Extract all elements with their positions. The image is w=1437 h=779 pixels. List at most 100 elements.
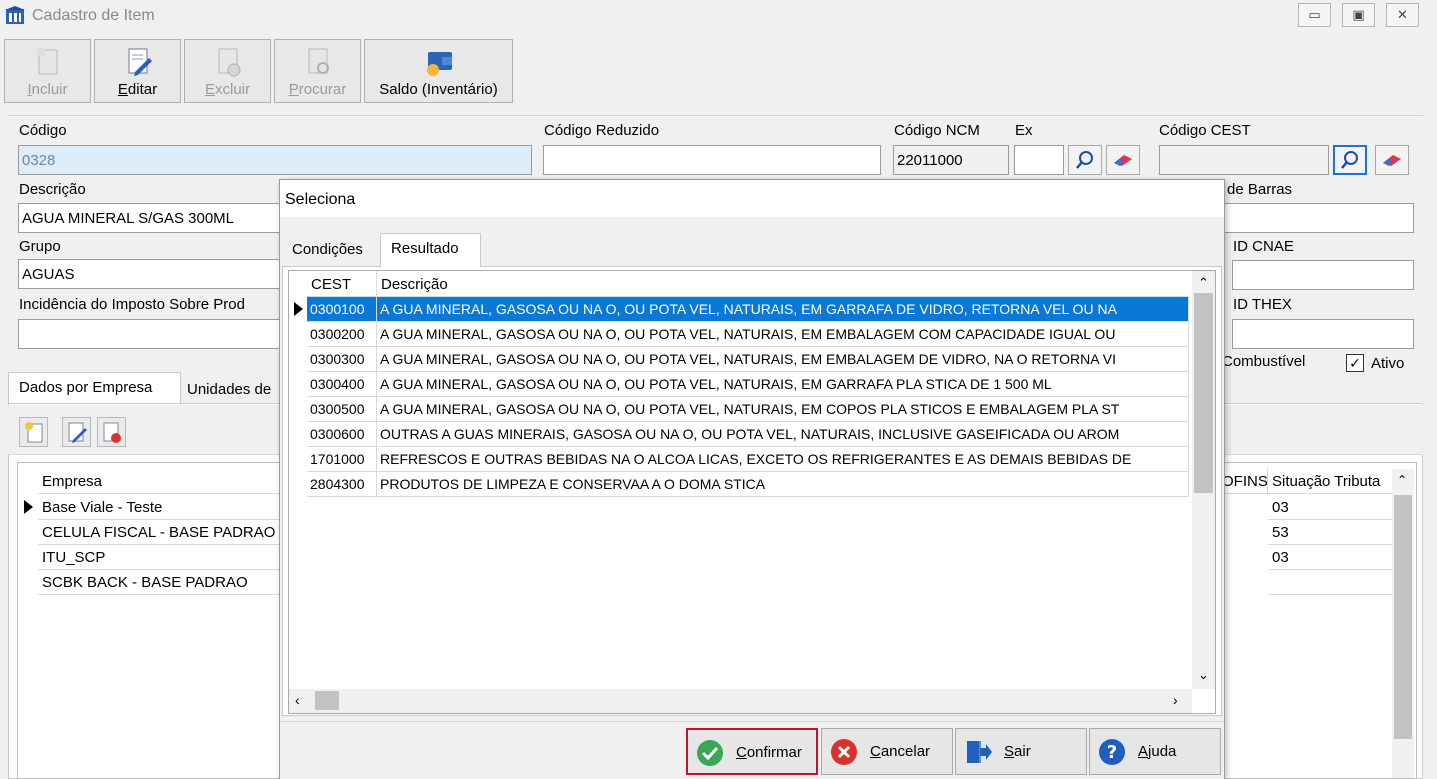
edit-empresa-button[interactable] xyxy=(62,417,91,447)
id-thex-field[interactable] xyxy=(1232,319,1414,349)
scrollbar-thumb[interactable] xyxy=(1194,293,1213,493)
cest-header: CEST xyxy=(307,271,377,297)
ativo-label: Ativo xyxy=(1371,355,1405,372)
chevron-up-icon[interactable]: ⌃ xyxy=(1397,473,1407,487)
search-document-icon xyxy=(308,48,329,74)
cest-cell: 0300500 xyxy=(307,397,377,422)
edit-document-icon xyxy=(68,422,87,443)
descricao-cell: A GUA MINERAL, GASOSA OU NA O, OU POTA V… xyxy=(377,372,1189,397)
incidencia-field[interactable] xyxy=(18,319,283,349)
svg-text:?: ? xyxy=(1107,742,1117,763)
descricao-cell: OUTRAS A GUAS MINERAIS, GASOSA OU NA O, … xyxy=(377,422,1189,447)
ex-field[interactable] xyxy=(1014,145,1064,175)
empresa-cell: ITU_SCP xyxy=(38,545,288,570)
table-row[interactable]: 1701000 REFRESCOS E OUTRAS BEBIDAS NA O … xyxy=(289,447,1189,472)
scrollbar-thumb[interactable] xyxy=(315,691,339,710)
delete-empresa-button[interactable] xyxy=(97,417,126,447)
chevron-left-icon[interactable]: ‹ xyxy=(295,692,300,708)
tab-resultado[interactable]: Resultado xyxy=(380,233,481,267)
codigo-barras-label: de Barras xyxy=(1227,181,1293,198)
excluir-button[interactable]: Excluir xyxy=(184,39,271,103)
search-icon xyxy=(1341,151,1358,169)
ncm-search-button[interactable] xyxy=(1068,145,1102,175)
edit-document-icon xyxy=(128,48,152,76)
situacao-cell: 53 xyxy=(1268,520,1393,545)
result-vertical-scrollbar[interactable]: ⌃ ⌄ xyxy=(1192,271,1215,689)
descricao-cell: PRODUTOS DE LIMPEZA E CONSERVAA A O DOMA… xyxy=(377,472,1189,497)
tab-condicoes[interactable]: Condições xyxy=(286,237,369,262)
table-row[interactable]: 0300400 A GUA MINERAL, GASOSA OU NA O, O… xyxy=(289,372,1189,397)
descricao-cell: A GUA MINERAL, GASOSA OU NA O, OU POTA V… xyxy=(377,397,1189,422)
codigo-reduzido-field[interactable] xyxy=(543,145,881,175)
codigo-barras-field[interactable] xyxy=(1224,203,1414,233)
empresa-scrollbar[interactable]: ⌃ xyxy=(1392,469,1414,778)
maximize-icon: ▣ xyxy=(1352,7,1365,22)
cest-cell: 0300100 xyxy=(307,297,377,322)
new-document-icon xyxy=(25,422,43,443)
result-grid-header: CEST Descrição xyxy=(289,271,1189,297)
minimize-button[interactable]: ▭ xyxy=(1298,3,1331,27)
cest-search-button[interactable] xyxy=(1333,145,1367,175)
descricao-label: Descrição xyxy=(19,181,86,198)
incluir-button[interactable]: Incluir xyxy=(4,39,91,103)
table-row[interactable]: 0300100 A GUA MINERAL, GASOSA OU NA O, O… xyxy=(289,297,1189,322)
procurar-button[interactable]: Procurar xyxy=(274,39,361,103)
empresa-cell: CELULA FISCAL - BASE PADRAO xyxy=(38,520,288,545)
sair-button[interactable]: Sair xyxy=(955,728,1087,775)
chevron-right-icon[interactable]: › xyxy=(1173,692,1178,708)
cancelar-button[interactable]: Cancelar xyxy=(821,728,953,775)
combustivel-label: Combustível xyxy=(1222,353,1306,370)
ex-label: Ex xyxy=(1015,122,1033,139)
codigo-cest-field[interactable] xyxy=(1159,145,1329,175)
wallet-icon xyxy=(426,52,452,76)
search-icon xyxy=(1076,151,1093,169)
saldo-inventario-button[interactable]: Saldo (Inventário) xyxy=(364,39,513,103)
cest-clear-button[interactable] xyxy=(1375,145,1409,175)
check-circle-icon xyxy=(697,740,723,766)
maximize-button[interactable]: ▣ xyxy=(1342,3,1375,27)
id-cnae-label: ID CNAE xyxy=(1233,238,1294,255)
row-pointer-icon xyxy=(24,500,33,514)
result-horizontal-scrollbar[interactable]: ‹ › xyxy=(289,689,1192,713)
row-pointer-icon xyxy=(294,302,303,316)
cest-cell: 2804300 xyxy=(307,472,377,497)
descricao-field[interactable]: AGUA MINERAL S/GAS 300ML xyxy=(18,203,283,233)
id-cnae-field[interactable] xyxy=(1232,260,1414,290)
scrollbar-thumb[interactable] xyxy=(1394,495,1412,739)
cest-cell: 0300200 xyxy=(307,322,377,347)
descricao-cell: A GUA MINERAL, GASOSA OU NA O, OU POTA V… xyxy=(377,347,1189,372)
close-icon: ✕ xyxy=(1397,7,1408,22)
eraser-icon xyxy=(1383,155,1401,166)
tab-unidades[interactable]: Unidades de xyxy=(181,375,281,403)
delete-document-icon xyxy=(103,422,121,443)
grupo-field[interactable]: AGUAS xyxy=(18,259,283,289)
codigo-label: Código xyxy=(19,122,67,139)
descricao-cell: A GUA MINERAL, GASOSA OU NA O, OU POTA V… xyxy=(377,297,1189,322)
table-row[interactable]: 0300600 OUTRAS A GUAS MINERAIS, GASOSA O… xyxy=(289,422,1189,447)
cofins-header: OFINS xyxy=(1218,469,1268,494)
chevron-down-icon[interactable]: ⌄ xyxy=(1198,667,1209,683)
situacao-cell: 03 xyxy=(1268,495,1393,520)
tab-dados-por-empresa[interactable]: Dados por Empresa xyxy=(8,372,181,403)
add-empresa-button[interactable] xyxy=(19,417,48,447)
cest-cell: 1701000 xyxy=(307,447,377,472)
codigo-reduzido-label: Código Reduzido xyxy=(544,122,660,139)
table-row[interactable]: 2804300 PRODUTOS DE LIMPEZA E CONSERVAA … xyxy=(289,472,1189,497)
cest-result-grid[interactable]: CEST Descrição 0300100 A GUA MINERAL, GA… xyxy=(288,270,1216,714)
table-row[interactable]: 0300500 A GUA MINERAL, GASOSA OU NA O, O… xyxy=(289,397,1189,422)
ncm-clear-button[interactable] xyxy=(1106,145,1140,175)
table-row[interactable]: 0300300 A GUA MINERAL, GASOSA OU NA O, O… xyxy=(289,347,1189,372)
ajuda-button[interactable]: ? Ajuda xyxy=(1089,728,1221,775)
confirmar-button[interactable]: Confirmar xyxy=(686,728,818,775)
table-row[interactable]: 0300200 A GUA MINERAL, GASOSA OU NA O, O… xyxy=(289,322,1189,347)
chevron-up-icon[interactable]: ⌃ xyxy=(1198,275,1209,291)
editar-button[interactable]: Editar xyxy=(94,39,181,103)
ativo-checkbox[interactable]: ✓ xyxy=(1346,354,1364,372)
minimize-icon: ▭ xyxy=(1308,7,1321,22)
codigo-field[interactable]: 0328 xyxy=(18,145,532,175)
help-icon: ? xyxy=(1099,739,1125,765)
close-button[interactable]: ✕ xyxy=(1386,3,1419,27)
empresa-header: Empresa xyxy=(38,469,288,494)
codigo-ncm-field[interactable]: 22011000 xyxy=(893,145,1009,175)
dialog-title: Seleciona xyxy=(285,191,356,208)
